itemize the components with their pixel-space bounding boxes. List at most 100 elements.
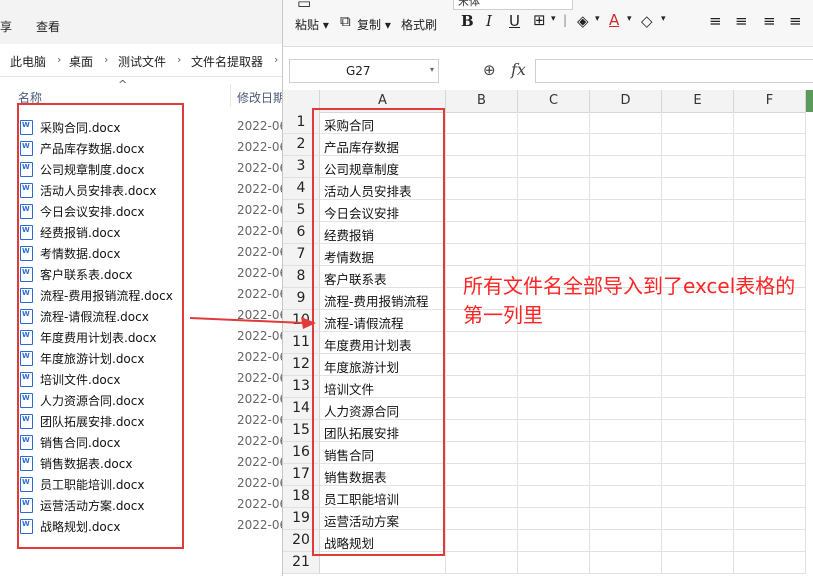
cell-b5[interactable] — [446, 200, 518, 222]
breadcrumb-desktop[interactable]: 桌面 — [69, 53, 93, 70]
highlight-icon[interactable]: ◈ — [577, 12, 589, 30]
cell-c7[interactable] — [518, 244, 590, 266]
zoom-icon[interactable]: ⊕ — [483, 61, 496, 79]
cell-f2[interactable] — [734, 134, 806, 156]
justify-icon[interactable]: ≡ — [789, 12, 802, 30]
cell-d12[interactable] — [590, 354, 662, 376]
underline-icon[interactable]: U — [509, 12, 520, 30]
cell-f3[interactable] — [734, 156, 806, 178]
cell-d13[interactable] — [590, 376, 662, 398]
cell-d4[interactable] — [590, 178, 662, 200]
cell-b21[interactable] — [446, 552, 518, 574]
cell-c16[interactable] — [518, 442, 590, 464]
chevron-down-icon[interactable]: ▾ — [551, 14, 556, 24]
cell-d6[interactable] — [590, 222, 662, 244]
cell-e7[interactable] — [662, 244, 734, 266]
cell-d5[interactable] — [590, 200, 662, 222]
cell-f13[interactable] — [734, 376, 806, 398]
align-left-icon[interactable]: ≡ — [709, 12, 722, 30]
name-box[interactable]: G27 ▾ — [289, 59, 439, 83]
chevron-down-icon[interactable]: ▾ — [595, 14, 600, 24]
cell-f4[interactable] — [734, 178, 806, 200]
cell-e13[interactable] — [662, 376, 734, 398]
cell-d14[interactable] — [590, 398, 662, 420]
cell-b17[interactable] — [446, 464, 518, 486]
cell-e18[interactable] — [662, 486, 734, 508]
cell-f5[interactable] — [734, 200, 806, 222]
cell-c13[interactable] — [518, 376, 590, 398]
cell-e17[interactable] — [662, 464, 734, 486]
cell-b13[interactable] — [446, 376, 518, 398]
copy-icon[interactable]: ⧉ — [340, 12, 351, 30]
cell-b19[interactable] — [446, 508, 518, 530]
italic-icon[interactable]: I — [486, 12, 492, 30]
column-header-b[interactable]: B — [446, 90, 518, 113]
cell-d15[interactable] — [590, 420, 662, 442]
format-painter-button[interactable]: 格式刷 — [401, 16, 437, 33]
paste-button[interactable]: 粘贴 ▾ — [295, 16, 329, 33]
cell-d20[interactable] — [590, 530, 662, 552]
cell-e6[interactable] — [662, 222, 734, 244]
align-right-icon[interactable]: ≡ — [763, 12, 776, 30]
cell-c5[interactable] — [518, 200, 590, 222]
cell-d2[interactable] — [590, 134, 662, 156]
cell-c1[interactable] — [518, 112, 590, 134]
cell-d1[interactable] — [590, 112, 662, 134]
formula-input[interactable] — [535, 59, 813, 83]
breadcrumb-filename-extractor[interactable]: 文件名提取器 — [191, 53, 263, 70]
cell-e21[interactable] — [662, 552, 734, 574]
ribbon-tab-view[interactable]: 查看 — [36, 18, 60, 35]
breadcrumb-test-files[interactable]: 测试文件 — [118, 53, 166, 70]
cell-b20[interactable] — [446, 530, 518, 552]
cell-b4[interactable] — [446, 178, 518, 200]
cell-f18[interactable] — [734, 486, 806, 508]
cell-c14[interactable] — [518, 398, 590, 420]
cell-e15[interactable] — [662, 420, 734, 442]
cell-d19[interactable] — [590, 508, 662, 530]
cell-e4[interactable] — [662, 178, 734, 200]
breadcrumb[interactable]: 此电脑 › 桌面 › 测试文件 › 文件名提取器 › — [0, 44, 282, 77]
font-name-select[interactable]: 宋体 — [453, 0, 573, 10]
breadcrumb-this-pc[interactable]: 此电脑 — [10, 53, 46, 70]
cell-c21[interactable] — [518, 552, 590, 574]
eraser-icon[interactable]: ◇ — [641, 12, 653, 30]
cell-e11[interactable] — [662, 332, 734, 354]
cell-c12[interactable] — [518, 354, 590, 376]
cell-b14[interactable] — [446, 398, 518, 420]
cell-b7[interactable] — [446, 244, 518, 266]
cell-f20[interactable] — [734, 530, 806, 552]
cell-f17[interactable] — [734, 464, 806, 486]
cell-c18[interactable] — [518, 486, 590, 508]
cell-b15[interactable] — [446, 420, 518, 442]
column-divider[interactable] — [230, 84, 231, 106]
cell-b2[interactable] — [446, 134, 518, 156]
column-header-d[interactable]: D — [590, 90, 662, 113]
cell-c17[interactable] — [518, 464, 590, 486]
cell-b16[interactable] — [446, 442, 518, 464]
cell-e19[interactable] — [662, 508, 734, 530]
copy-button[interactable]: 复制 ▾ — [357, 16, 391, 33]
cell-e20[interactable] — [662, 530, 734, 552]
cell-c4[interactable] — [518, 178, 590, 200]
cell-f16[interactable] — [734, 442, 806, 464]
cell-d17[interactable] — [590, 464, 662, 486]
cell-b6[interactable] — [446, 222, 518, 244]
cell-f12[interactable] — [734, 354, 806, 376]
cell-c6[interactable] — [518, 222, 590, 244]
cell-c3[interactable] — [518, 156, 590, 178]
chevron-down-icon[interactable]: ▾ — [430, 65, 434, 74]
scroll-indicator[interactable] — [805, 90, 813, 112]
cell-f15[interactable] — [734, 420, 806, 442]
cell-f11[interactable] — [734, 332, 806, 354]
cell-d21[interactable] — [590, 552, 662, 574]
font-color-icon[interactable]: A — [609, 11, 619, 29]
cell-b18[interactable] — [446, 486, 518, 508]
cell-e16[interactable] — [662, 442, 734, 464]
paste-icon[interactable]: ▭ — [297, 0, 311, 12]
cell-d11[interactable] — [590, 332, 662, 354]
bold-icon[interactable]: B — [461, 12, 474, 30]
borders-icon[interactable]: ⊞ — [533, 11, 546, 29]
cell-e14[interactable] — [662, 398, 734, 420]
cell-e12[interactable] — [662, 354, 734, 376]
cell-e3[interactable] — [662, 156, 734, 178]
